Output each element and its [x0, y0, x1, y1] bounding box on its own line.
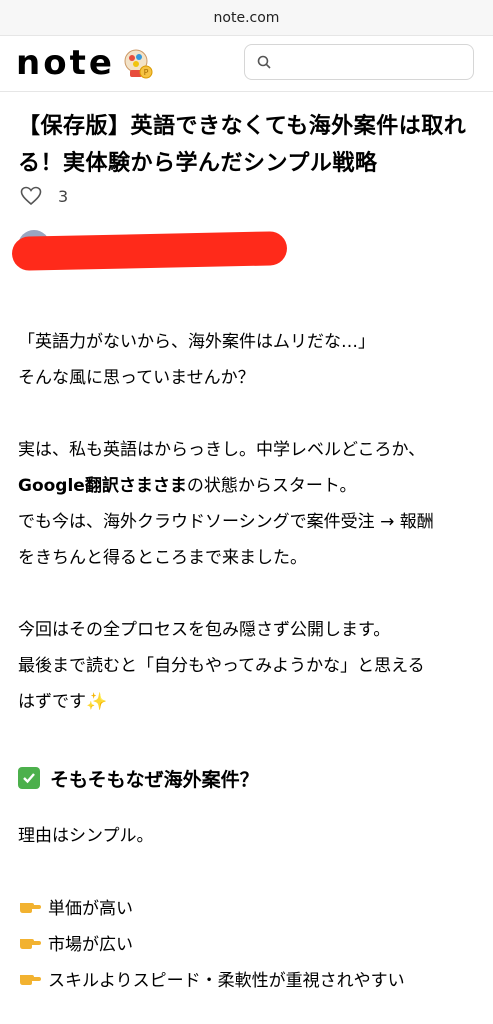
svg-text:P: P — [143, 68, 148, 77]
text-line: はずです✨ — [18, 692, 108, 712]
text-line: Google翻訳さまさまの状態からスタート。 — [18, 468, 480, 504]
text-line: 「英語力がないから、海外案件はムリだな…」 — [18, 332, 375, 352]
site-header: note P — [0, 36, 493, 92]
list-item: 市場が広い — [18, 924, 480, 960]
list-item-text: 市場が広い — [48, 934, 133, 955]
check-mark-icon — [18, 767, 40, 789]
browser-url-bar[interactable]: note.com — [0, 0, 493, 36]
paragraph-intro: 「英語力がないから、海外案件はムリだな…」 そんな風に思っていませんか？ — [18, 324, 480, 396]
note-logo[interactable]: note P — [16, 43, 155, 83]
list-item-text: スキルよりスピード・柔軟性が重視されやすい — [48, 970, 405, 991]
pointing-finger-icon — [20, 975, 41, 985]
search-icon — [257, 55, 271, 69]
text-span: の状態からスタート。 — [186, 476, 357, 496]
paragraph-purpose: 今回はその全プロセスを包み隠さず公開します。 最後まで読むと「自分もやってみよう… — [18, 612, 480, 720]
text-line: でも今は、海外クラウドソーシングで案件受注 → 報酬 — [18, 512, 434, 532]
url-text: note.com — [213, 9, 280, 26]
text-line: をきちんと得るところまで来ました。 — [18, 548, 307, 568]
like-area[interactable]: 3 — [20, 184, 68, 208]
text-line: 最後まで読むと「自分もやってみようかな」と思える — [18, 656, 425, 676]
search-input[interactable] — [281, 51, 461, 73]
list-item-text: 単価が高い — [48, 898, 133, 919]
paragraph-reason: 理由はシンプル。 — [18, 818, 480, 854]
article-title: 【保存版】英語できなくても海外案件は取れる！実体験から学んだシンプル戦略 — [18, 114, 467, 176]
logo-text: note — [16, 43, 115, 83]
text-line: 今回はその全プロセスを包み隠さず公開します。 — [18, 620, 391, 640]
redaction-mark — [11, 231, 288, 271]
gumball-badge-icon: P — [124, 49, 153, 79]
text-line: 実は、私も英語はからっきし。中学レベルどころか、 — [18, 440, 426, 460]
text-line: 理由はシンプル。 — [18, 826, 154, 846]
text-line: そんな風に思っていませんか？ — [18, 368, 255, 388]
pointing-finger-icon — [20, 939, 41, 949]
list-item: スキルよりスピード・柔軟性が重視されやすい — [18, 960, 480, 996]
reason-list: 単価が高い 市場が広い スキルよりスピード・柔軟性が重視されやすい — [18, 888, 480, 996]
bold-text: Google翻訳さまさま — [18, 476, 187, 496]
section-heading: そもそもなぜ海外案件？ — [18, 760, 478, 796]
like-count: 3 — [58, 186, 69, 206]
heading-text: そもそもなぜ海外案件？ — [50, 768, 259, 791]
list-item: 単価が高い — [18, 888, 480, 924]
pointing-finger-icon — [20, 903, 41, 913]
heart-icon[interactable] — [20, 186, 42, 206]
paragraph-background: 実は、私も英語はからっきし。中学レベルどころか、 Google翻訳さまさまの状態… — [18, 432, 480, 576]
search-box[interactable] — [244, 44, 474, 80]
